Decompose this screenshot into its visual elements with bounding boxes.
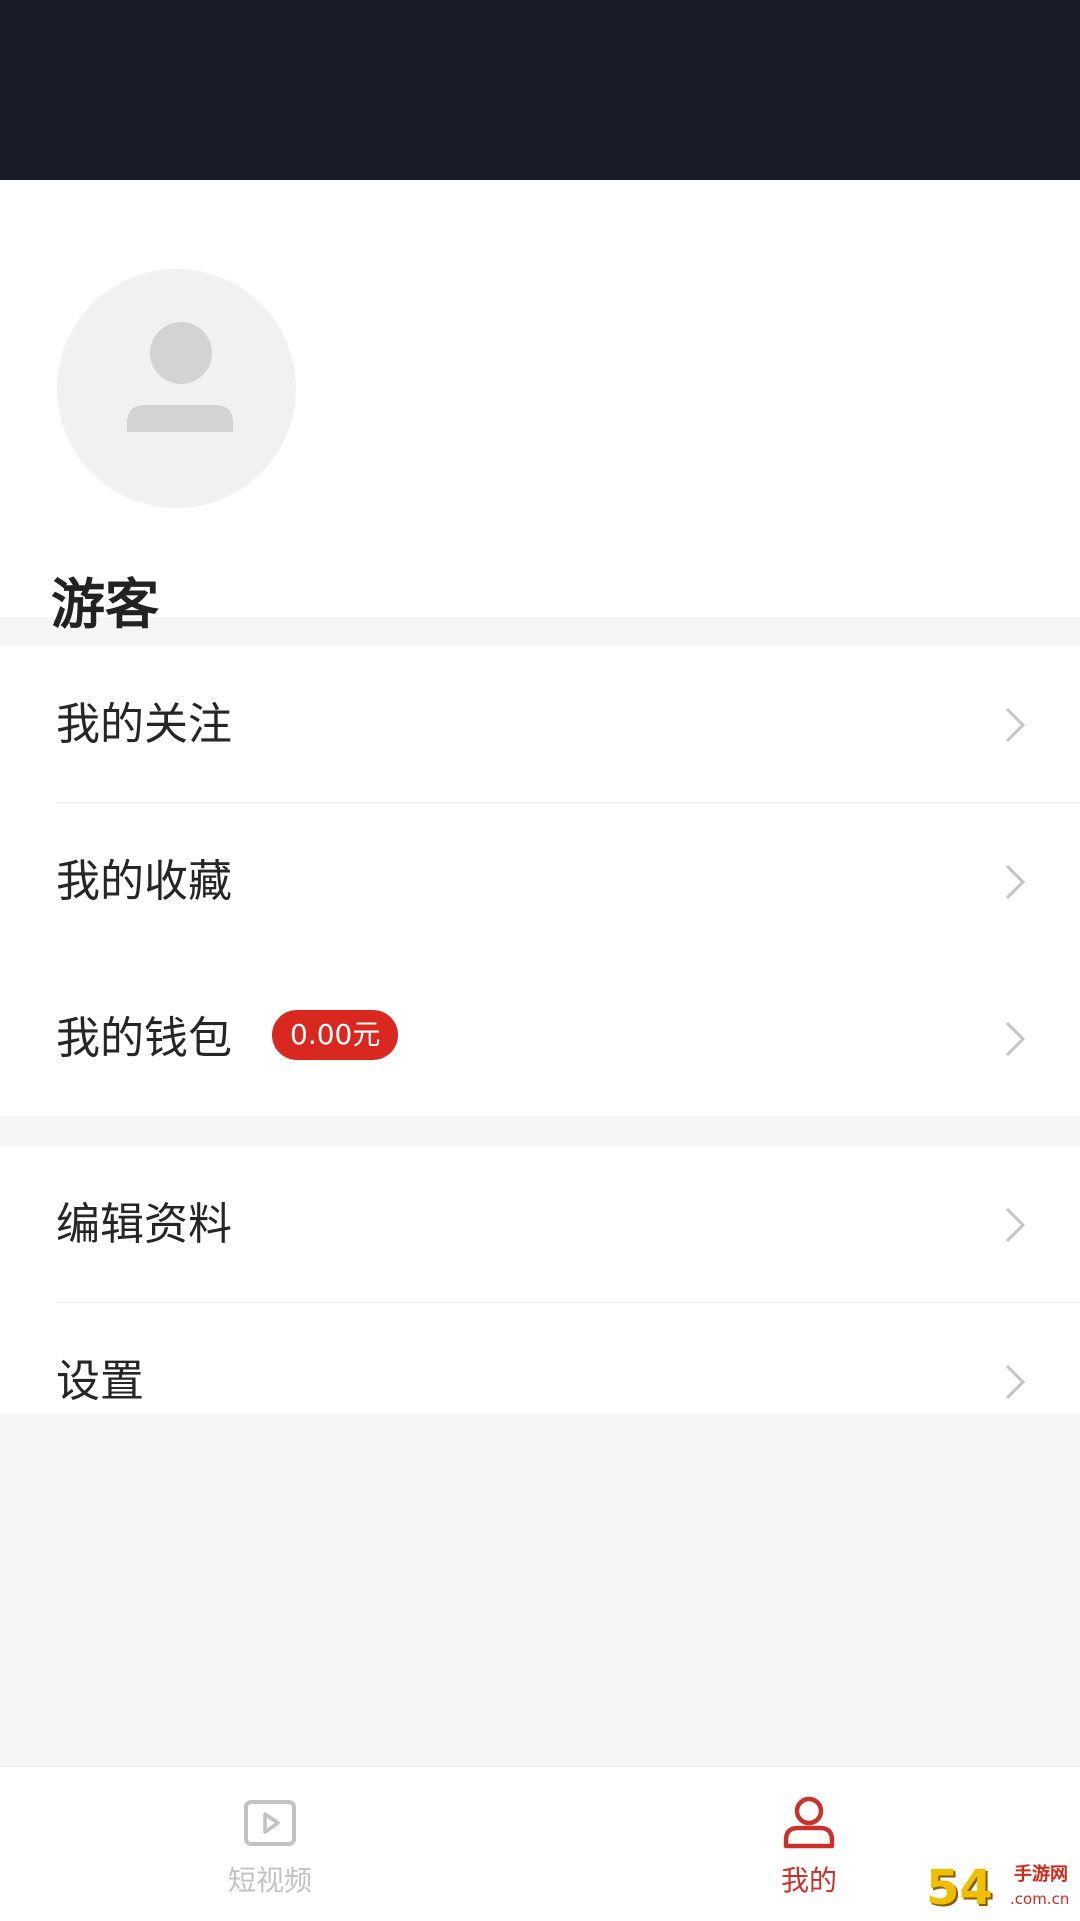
user-icon	[783, 1796, 835, 1849]
watermark-text: 手游网	[1014, 1864, 1068, 1885]
menu-item-label: 编辑资料	[56, 1199, 232, 1250]
menu-item-label: 我的收藏	[56, 856, 232, 907]
watermark-domain: .com.cn	[1010, 1890, 1070, 1908]
menu-item-settings[interactable]: 设置	[0, 1303, 1080, 1460]
tab-label: 我的	[780, 1864, 837, 1897]
watermark-number: 54	[926, 1860, 993, 1916]
tab-short-video[interactable]: 短视频	[120, 1767, 420, 1921]
header-band	[0, 0, 1080, 180]
wallet-balance-badge: 0.00元	[272, 1010, 399, 1060]
tab-mine[interactable]: 我的	[659, 1767, 959, 1921]
menu-item-following[interactable]: 我的关注	[0, 646, 1080, 803]
menu-group-secondary: 编辑资料 设置	[0, 1146, 1080, 1414]
avatar[interactable]	[54, 266, 299, 511]
chevron-right-icon	[1005, 707, 1026, 743]
menu-item-edit-profile[interactable]: 编辑资料	[0, 1146, 1080, 1303]
menu-item-favorites[interactable]: 我的收藏	[0, 803, 1080, 960]
watermark-logo: 54 手游网 .com.cn	[926, 1860, 1076, 1916]
chevron-right-icon	[1005, 1364, 1026, 1400]
chevron-right-icon	[1005, 1021, 1026, 1057]
default-avatar-icon	[127, 322, 233, 432]
bottom-nav: 短视频 我的	[0, 1766, 1080, 1921]
menu-item-label: 我的关注	[56, 699, 232, 750]
chevron-right-icon	[1005, 864, 1026, 900]
play-icon	[244, 1800, 296, 1846]
menu-item-label: 设置	[56, 1356, 144, 1407]
menu-group-primary: 我的关注 我的收藏 我的钱包 0.00元	[0, 646, 1080, 1116]
tab-label: 短视频	[227, 1864, 312, 1897]
profile-card: 游客 88888888	[0, 180, 1080, 713]
menu-item-label: 我的钱包	[56, 1013, 232, 1064]
user-name: 游客	[51, 573, 159, 636]
menu-item-wallet[interactable]: 我的钱包 0.00元	[0, 960, 1080, 1117]
chevron-right-icon	[1005, 1207, 1026, 1243]
